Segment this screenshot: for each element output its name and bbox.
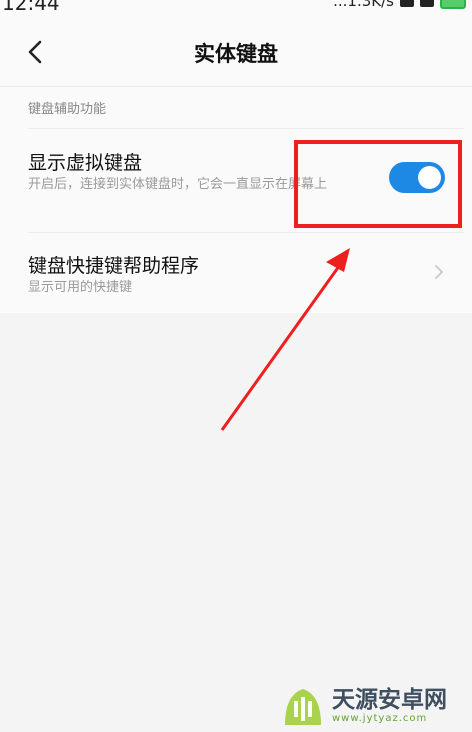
- watermark-title: 天源安卓网: [332, 686, 447, 713]
- watermark-url: www.jytyaz.com: [332, 712, 428, 724]
- watermark: 天源安卓网 www.jytyaz.com: [278, 680, 468, 730]
- android-logo-icon: [285, 689, 321, 725]
- annotation-arrow: [220, 248, 350, 431]
